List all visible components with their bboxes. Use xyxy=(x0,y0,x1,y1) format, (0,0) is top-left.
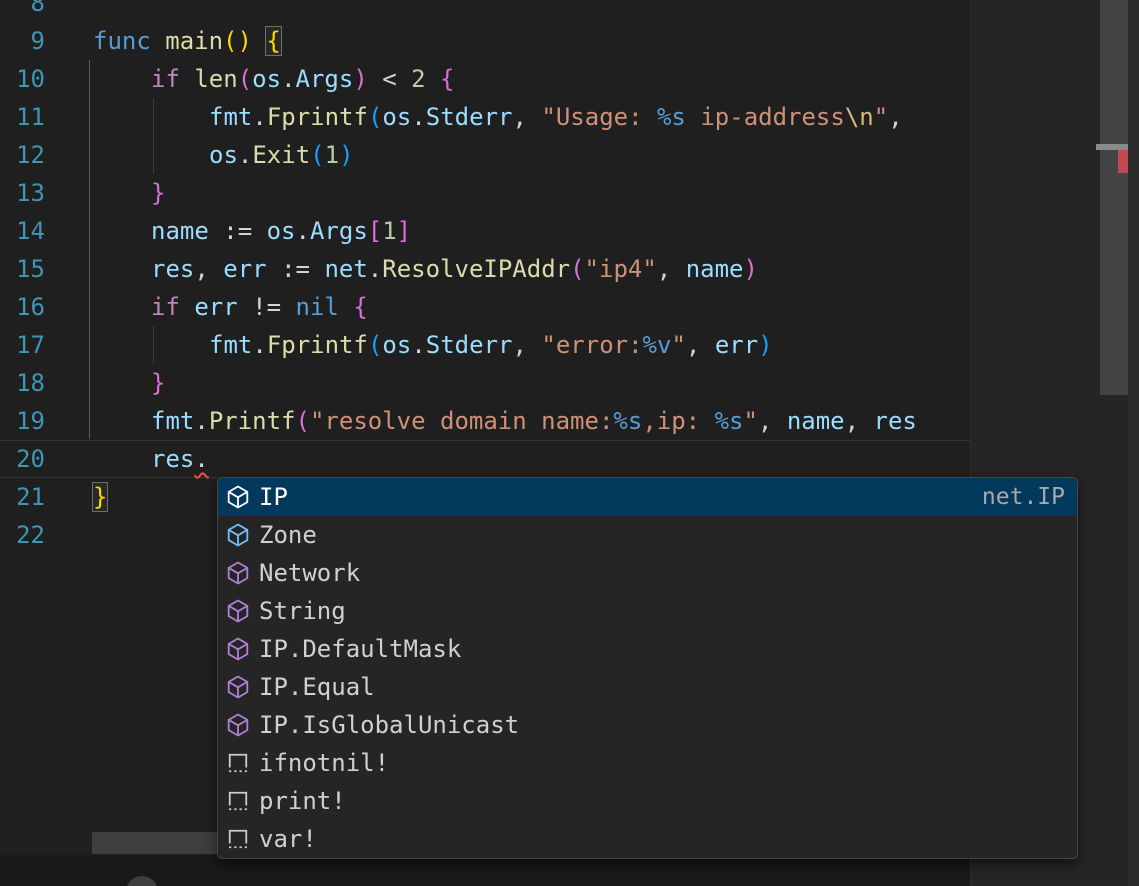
symbol-method-icon xyxy=(226,637,250,661)
line-number: 18 xyxy=(0,364,45,402)
suggestion-item[interactable]: var! xyxy=(218,820,1077,858)
line-number: 9 xyxy=(0,22,45,60)
code-text: func main() { xyxy=(45,22,281,60)
vertical-scrollbar-thumb[interactable] xyxy=(1100,0,1128,395)
suggestion-label: String xyxy=(259,597,346,625)
code-text: name := os.Args[1] xyxy=(45,212,411,250)
code-text: } xyxy=(45,174,165,212)
line-number: 16 xyxy=(0,288,45,326)
code-text: res. xyxy=(45,440,209,478)
code-line[interactable]: 18} xyxy=(0,364,970,402)
line-number: 22 xyxy=(0,516,45,554)
code-text: if err != nil { xyxy=(45,288,368,326)
symbol-method-icon xyxy=(226,561,250,585)
code-line[interactable]: 20res. xyxy=(0,440,970,478)
symbol-snippet-icon xyxy=(226,751,250,775)
code-text: fmt.Printf("resolve domain name:%s,ip: %… xyxy=(45,402,917,440)
code-lines: 89func main() {10if len(os.Args) < 2 {11… xyxy=(0,0,970,554)
line-number: 12 xyxy=(0,136,45,174)
code-text: } xyxy=(45,364,165,402)
symbol-field-icon xyxy=(226,485,250,509)
suggestion-label: IP.IsGlobalUnicast xyxy=(259,711,519,739)
code-text xyxy=(45,516,93,554)
suggestion-label: IP xyxy=(259,483,288,511)
code-line[interactable]: 14name := os.Args[1] xyxy=(0,212,970,250)
code-text: fmt.Fprintf(os.Stderr, "Usage: %s ip-add… xyxy=(45,98,903,136)
suggestion-item[interactable]: ifnotnil! xyxy=(218,744,1077,782)
suggestion-detail: net.IP xyxy=(982,484,1065,510)
line-number: 11 xyxy=(0,98,45,136)
line-number: 15 xyxy=(0,250,45,288)
indent-guide xyxy=(153,326,154,364)
line-number: 8 xyxy=(0,0,45,22)
suggestion-item[interactable]: print! xyxy=(218,782,1077,820)
code-line[interactable]: 15res, err := net.ResolveIPAddr("ip4", n… xyxy=(0,250,970,288)
suggestion-item[interactable]: Zone xyxy=(218,516,1077,554)
suggestion-label: ifnotnil! xyxy=(259,749,389,777)
line-number: 21 xyxy=(0,478,45,516)
symbol-snippet-icon xyxy=(226,789,250,813)
code-text: fmt.Fprintf(os.Stderr, "error:%v", err) xyxy=(45,326,773,364)
overview-ruler xyxy=(1128,0,1139,886)
suggestion-item[interactable]: Network xyxy=(218,554,1077,592)
code-line[interactable]: 11fmt.Fprintf(os.Stderr, "Usage: %s ip-a… xyxy=(0,98,970,136)
symbol-method-icon xyxy=(226,713,250,737)
symbol-method-icon xyxy=(226,675,250,699)
autocomplete-dropdown: IP net.IP Zone Network String IP.DefaultMask I… xyxy=(217,477,1078,859)
code-line[interactable]: 9func main() { xyxy=(0,22,970,60)
line-number: 17 xyxy=(0,326,45,364)
code-line[interactable]: 19fmt.Printf("resolve domain name:%s,ip:… xyxy=(0,402,970,440)
code-line[interactable]: 10if len(os.Args) < 2 { xyxy=(0,60,970,98)
code-text: } xyxy=(45,478,107,516)
code-text: res, err := net.ResolveIPAddr("ip4", nam… xyxy=(45,250,758,288)
suggestion-item[interactable]: IP.IsGlobalUnicast xyxy=(218,706,1077,744)
code-line[interactable]: 13} xyxy=(0,174,970,212)
suggestion-item[interactable]: IP net.IP xyxy=(218,478,1077,516)
suggestion-label: Network xyxy=(259,559,360,587)
overview-error-marker xyxy=(1118,150,1128,173)
line-number: 20 xyxy=(0,440,45,478)
symbol-method-icon xyxy=(226,599,250,623)
code-line[interactable]: 8 xyxy=(0,0,970,22)
suggestion-item[interactable]: IP.Equal xyxy=(218,668,1077,706)
code-line[interactable]: 17fmt.Fprintf(os.Stderr, "error:%v", err… xyxy=(0,326,970,364)
line-number: 19 xyxy=(0,402,45,440)
suggestion-label: IP.Equal xyxy=(259,673,375,701)
line-number: 14 xyxy=(0,212,45,250)
suggestion-item[interactable]: IP.DefaultMask xyxy=(218,630,1077,668)
suggestion-label: var! xyxy=(259,825,317,853)
line-number: 13 xyxy=(0,174,45,212)
suggestion-label: Zone xyxy=(259,521,317,549)
code-text: if len(os.Args) < 2 { xyxy=(45,60,455,98)
suggestion-label: IP.DefaultMask xyxy=(259,635,461,663)
line-number: 10 xyxy=(0,60,45,98)
code-text xyxy=(45,0,93,22)
vscode-editor-window: 89func main() {10if len(os.Args) < 2 {11… xyxy=(0,0,1139,886)
horizontal-scrollbar-thumb[interactable] xyxy=(92,832,218,854)
code-line[interactable]: 12os.Exit(1) xyxy=(0,136,970,174)
code-line[interactable]: 16if err != nil { xyxy=(0,288,970,326)
indent-guide xyxy=(153,98,154,174)
code-text: os.Exit(1) xyxy=(45,136,354,174)
indent-guide-active xyxy=(89,60,90,439)
suggestion-label: print! xyxy=(259,787,346,815)
symbol-snippet-icon xyxy=(226,827,250,851)
bottom-panel-strip xyxy=(0,855,1139,886)
symbol-field-icon xyxy=(226,523,250,547)
suggestion-item[interactable]: String xyxy=(218,592,1077,630)
